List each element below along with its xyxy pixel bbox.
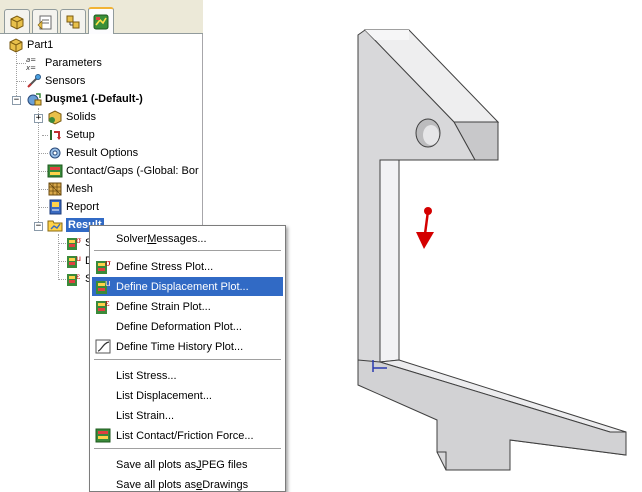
tree-item-setup[interactable]: Setup [47,126,95,144]
tree-item-label: Solids [66,111,96,123]
svg-text:u: u [76,254,81,263]
menu-label: List Contact/Friction Force... [116,429,254,442]
menu-separator [94,359,281,361]
menu-item-save-edrawings[interactable]: Save all plots as e Drawings [92,475,283,492]
menu-label: Define Strain Plot... [116,300,211,313]
menu-item-list-strain[interactable]: List Strain... [92,406,283,425]
svg-text:σ: σ [76,236,82,245]
tree-item-contact-gaps[interactable]: Contact/Gaps (-Global: Bor [47,162,199,180]
contact-force-icon [95,427,112,444]
results-folder-icon [47,217,63,233]
tree-item-study[interactable]: Duşme1 (-Default-) [26,90,143,108]
tab-feature-manager[interactable] [4,9,30,33]
menu-label: List Stress... [116,369,177,382]
svg-text:a=: a= [26,56,36,64]
configuration-manager-icon [66,15,80,28]
tree-item-result-options[interactable]: Result Options [47,144,138,162]
menu-label: Solver [116,232,148,245]
report-icon [47,199,63,215]
stress-plot-icon: σ [66,235,82,251]
svg-text:ε: ε [76,272,80,281]
tab-simulation-manager[interactable] [88,7,114,34]
menu-item-define-time-history-plot[interactable]: Define Time History Plot... [92,337,283,356]
menu-item-define-deformation-plot[interactable]: Define Deformation Plot... [92,317,283,336]
tree-item-sensors[interactable]: Sensors [26,72,85,90]
tree-item-label: Setup [66,129,95,141]
svg-text:x=: x= [26,64,36,71]
svg-text:σ: σ [105,259,111,269]
displacement-plot-icon: u [66,253,82,269]
tree-item-label: Result Options [66,147,139,159]
menu-item-define-stress-plot[interactable]: σ Define Stress Plot... [92,257,283,276]
collapse-results-toggle[interactable]: − [34,222,43,231]
tree-item-parameters[interactable]: a= x= Parameters [26,54,102,72]
menu-label: Drawings [202,478,249,491]
tree-item-label: Part1 [27,39,54,51]
menu-label: List Strain... [116,409,175,422]
part-icon [8,37,24,53]
load-arrow-icon [416,207,434,249]
mesh-icon [47,181,63,197]
property-manager-icon [37,15,52,30]
menu-item-list-contact-friction-force[interactable]: List Contact/Friction Force... [92,426,283,445]
tree-item-label: Sensors [45,75,86,87]
tree-item-mesh[interactable]: Mesh [47,180,93,198]
menu-label: Save all plots as [116,458,197,471]
tree-item-report[interactable]: Report [47,198,99,216]
menu-label: PEG files [201,458,248,471]
menu-item-solver-messages[interactable]: Solver Messages... [92,229,283,248]
menu-label: Define Time History Plot... [116,340,244,353]
menu-item-list-stress[interactable]: List Stress... [92,366,283,385]
tree-item-solids[interactable]: Solids [47,108,96,126]
menu-label: essages... [156,232,207,245]
menu-label: Define Deformation Plot... [116,320,242,333]
menu-label: Save all plots as [116,478,197,491]
menu-label-accelerator: M [147,232,157,245]
expand-solids-toggle[interactable]: + [34,114,43,123]
tree-item-label: Contact/Gaps (-Global: Bor [66,165,199,177]
menu-item-define-strain-plot[interactable]: ε Define Strain Plot... [92,297,283,316]
solids-icon [47,109,63,125]
menu-item-list-displacement[interactable]: List Displacement... [92,386,283,405]
menu-separator [94,448,281,450]
strain-plot-icon: ε [66,271,82,287]
menu-label: Define Displacement Plot... [116,280,249,293]
tree-item-part[interactable]: Part1 [8,36,53,54]
setup-icon [47,127,63,143]
tree-item-label: Report [66,201,100,213]
simulation-manager-icon [93,14,109,29]
stress-plot-icon: σ [95,258,112,275]
menu-item-define-displacement-plot[interactable]: u Define Displacement Plot... [92,277,283,296]
tree-item-label: Duşme1 (-Default-) [45,93,143,105]
study-icon [26,91,42,107]
contact-gaps-icon [47,163,63,179]
svg-text:ε: ε [105,299,110,309]
tree-item-label: Parameters [45,57,102,69]
feature-manager-icon [10,14,24,30]
result-options-icon [47,145,63,161]
collapse-study-toggle[interactable]: − [12,96,21,105]
menu-separator [94,250,281,252]
manager-tab-strip [0,0,203,34]
tree-item-label: Mesh [66,183,93,195]
menu-label: List Displacement... [116,389,212,402]
menu-item-save-jpeg[interactable]: Save all plots as J PEG files [92,455,283,474]
results-context-menu: Solver Messages... σ Define Stress Plot.… [89,225,286,492]
displacement-plot-icon: u [95,278,112,295]
menu-label: Define Stress Plot... [116,260,214,273]
tab-property-manager[interactable] [32,9,58,33]
svg-text:u: u [105,279,111,289]
tab-configuration-manager[interactable] [60,9,86,33]
strain-plot-icon: ε [95,298,112,315]
sensor-icon [26,73,42,89]
parameters-icon: a= x= [26,55,42,71]
time-history-plot-icon [95,338,112,355]
